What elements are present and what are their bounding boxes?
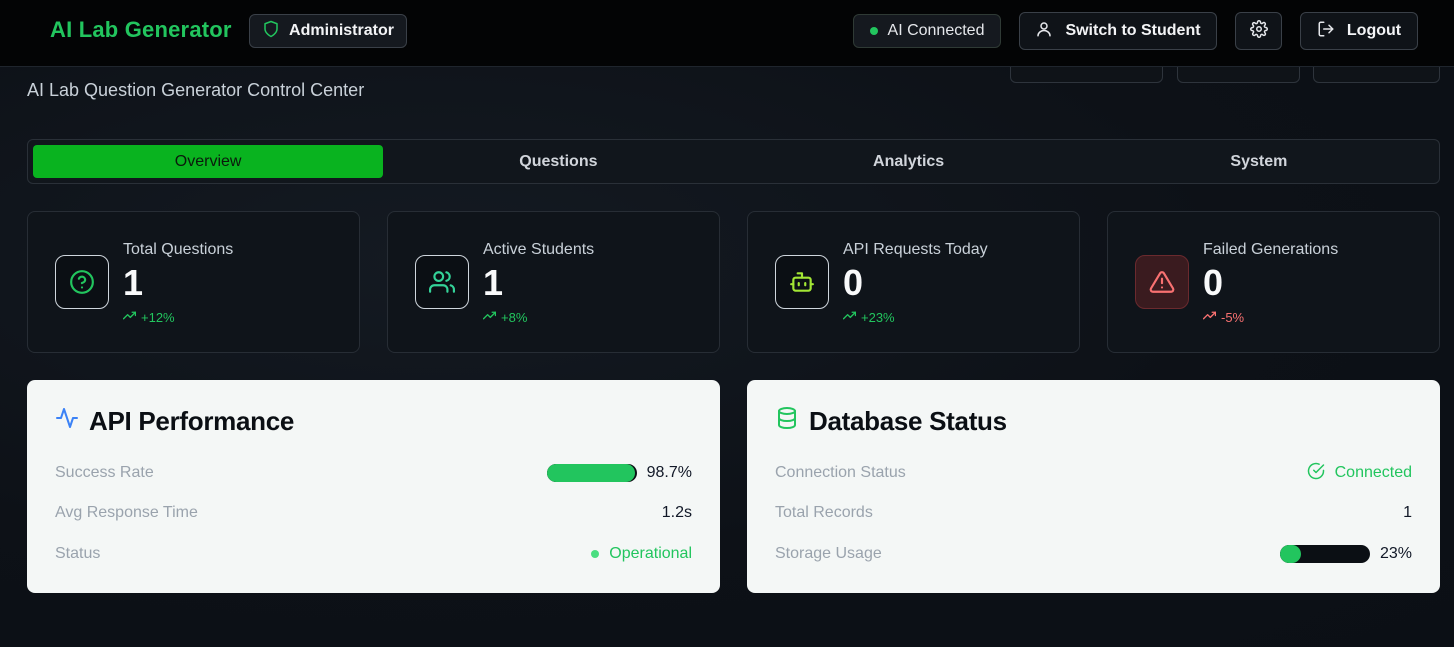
success-rate-progress [546, 464, 637, 482]
connection-status-row: Connection Status Connected [775, 462, 1412, 484]
tab-bar: Overview Questions Analytics System [27, 139, 1440, 184]
progress-fill [1279, 545, 1301, 563]
total-records-row: Total Records 1 [775, 502, 1412, 524]
storage-usage-progress [1279, 545, 1370, 563]
trending-up-icon [482, 309, 497, 325]
row-key: Avg Response Time [55, 504, 198, 521]
stat-value: 1 [483, 262, 504, 303]
row-value: Connected [1334, 464, 1412, 481]
stat-delta: +8% [482, 309, 527, 325]
database-status-panel: Database Status Connection Status Connec… [747, 380, 1440, 593]
tab-system[interactable]: System [1084, 145, 1434, 178]
tab-analytics[interactable]: Analytics [734, 145, 1084, 178]
progress-fill [546, 464, 636, 482]
status-dot-icon [869, 27, 878, 35]
database-icon [775, 406, 799, 437]
users-icon [415, 255, 469, 309]
top-header: AI Lab Generator Administrator AI Connec… [0, 0, 1454, 67]
success-rate-row: Success Rate 98.7% [55, 462, 692, 484]
stat-card-api-requests: API Requests Today 0 +23% [747, 211, 1080, 353]
stat-value: 0 [843, 262, 864, 303]
row-value: 1.2s [661, 504, 692, 521]
stat-label: Active Students [483, 241, 595, 258]
stat-card-total-questions: Total Questions 1 +12% [27, 211, 360, 353]
activity-icon [55, 406, 79, 437]
user-icon [1035, 20, 1053, 43]
row-key: Total Records [775, 504, 873, 521]
tab-questions[interactable]: Questions [383, 145, 733, 178]
help-circle-icon [55, 255, 109, 309]
panel-title: Database Status [775, 406, 1007, 437]
stat-value: 1 [123, 262, 144, 303]
switch-to-student-button[interactable]: Switch to Student [1019, 12, 1217, 50]
stat-card-active-students: Active Students 1 +8% [387, 211, 720, 353]
storage-usage-row: Storage Usage 23% [775, 543, 1412, 565]
switch-label: Switch to Student [1065, 22, 1201, 39]
stat-label: API Requests Today [843, 241, 988, 258]
check-circle-icon [1307, 462, 1325, 485]
row-key: Success Rate [55, 464, 154, 481]
ai-status-label: AI Connected [887, 22, 985, 39]
role-label: Administrator [289, 22, 394, 39]
logout-button[interactable]: Logout [1300, 12, 1418, 50]
trending-down-icon [1202, 309, 1217, 325]
status-dot-icon [591, 550, 600, 558]
stat-label: Failed Generations [1203, 241, 1339, 258]
api-performance-panel: API Performance Success Rate 98.7% Avg R… [27, 380, 720, 593]
ai-status-pill: AI Connected [853, 14, 1001, 48]
row-value: 1 [1403, 504, 1412, 521]
avg-response-row: Avg Response Time 1.2s [55, 502, 692, 524]
logout-label: Logout [1346, 22, 1402, 39]
bot-icon [775, 255, 829, 309]
stat-value: 0 [1203, 262, 1224, 303]
stat-delta: +12% [122, 309, 175, 325]
row-key: Storage Usage [775, 545, 882, 562]
row-value: 98.7% [646, 464, 692, 481]
stat-delta: +23% [842, 309, 895, 325]
row-value: 23% [1379, 545, 1412, 562]
row-value: Operational [609, 545, 692, 562]
alert-triangle-icon [1135, 255, 1189, 309]
stat-card-failed-generations: Failed Generations 0 -5% [1107, 211, 1440, 353]
row-key: Status [55, 545, 101, 562]
stat-delta: -5% [1202, 309, 1244, 325]
panel-title: API Performance [55, 406, 294, 437]
gear-icon [1249, 19, 1268, 43]
shield-icon [262, 20, 280, 43]
trending-up-icon [122, 309, 137, 325]
stat-label: Total Questions [123, 241, 234, 258]
row-key: Connection Status [775, 464, 906, 481]
settings-button[interactable] [1235, 12, 1282, 50]
logout-icon [1317, 20, 1335, 43]
trending-up-icon [842, 309, 857, 325]
role-badge: Administrator [249, 14, 407, 48]
brand-title: AI Lab Generator [50, 17, 232, 42]
tab-overview[interactable]: Overview [33, 145, 384, 178]
status-row: Status Operational [55, 543, 692, 565]
page-subtitle: AI Lab Question Generator Control Center [27, 80, 365, 100]
